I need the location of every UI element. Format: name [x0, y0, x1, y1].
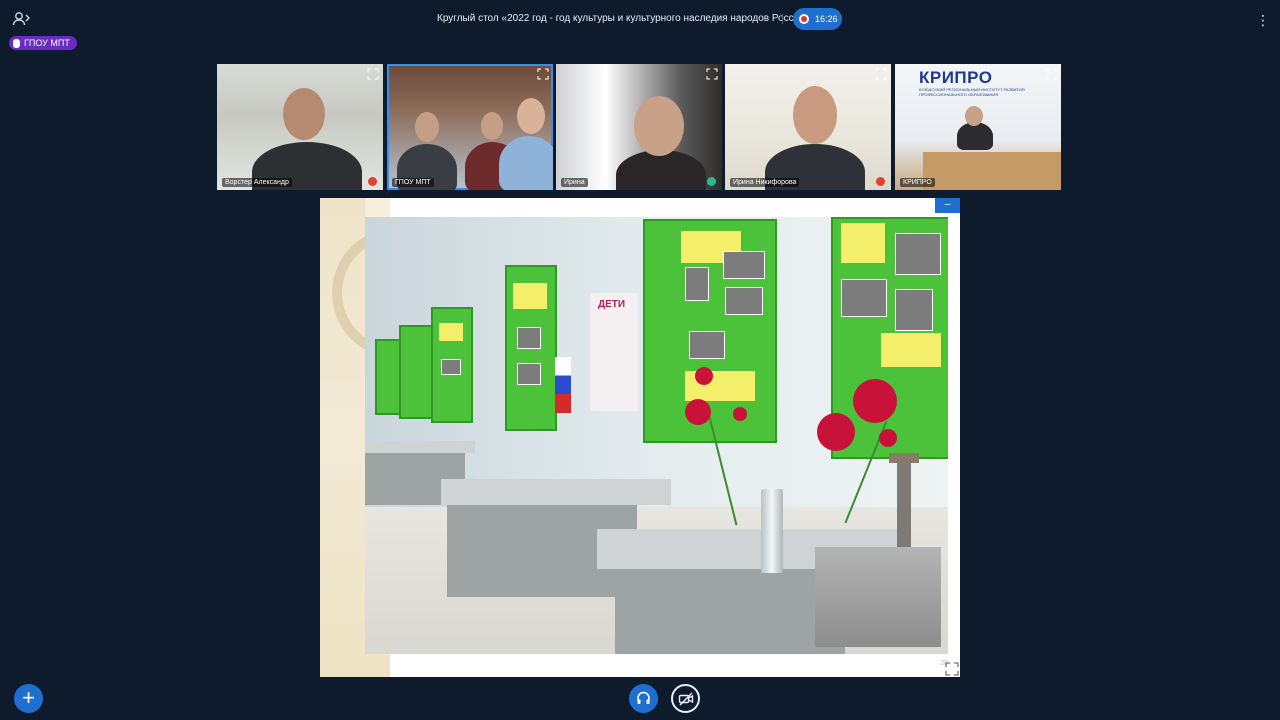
- monument-model: [815, 547, 941, 647]
- recording-indicator[interactable]: 16:26: [793, 8, 842, 30]
- exhibition-photo: ДЕТИ: [365, 217, 948, 654]
- top-bar: Круглый стол «2022 год - год культуры и …: [0, 0, 1280, 38]
- participant-tile[interactable]: Ирина: [556, 64, 722, 190]
- wall-poster: [505, 265, 557, 431]
- expand-icon[interactable]: [537, 67, 549, 80]
- participant-strip: Ворстер Александр ГПОУ МПТ Ирина Ирина Н…: [217, 64, 1063, 190]
- participant-name: ГПОУ МПТ: [392, 178, 434, 187]
- monument-model: [897, 461, 911, 551]
- participant-video: [499, 136, 553, 190]
- mic-icon: [13, 38, 20, 48]
- conference-table: [923, 152, 1061, 190]
- participant-name: Ворстер Александр: [222, 178, 292, 187]
- rose: [817, 413, 855, 451]
- participant-tile[interactable]: КРИПРО КУЗБАССКИЙ РЕГИОНАЛЬНЫЙ ИНСТИТУТ …: [895, 64, 1061, 190]
- headset-icon[interactable]: [629, 684, 658, 713]
- participant-name: КРИПРО: [900, 178, 935, 187]
- participant-face: [283, 88, 325, 140]
- expand-icon[interactable]: [945, 662, 959, 676]
- participant-face: [965, 106, 983, 126]
- poster-title: ДЕТИ: [598, 299, 626, 310]
- rose: [695, 367, 713, 385]
- expand-icon[interactable]: [367, 67, 379, 80]
- participant-tile[interactable]: Ворстер Александр: [217, 64, 383, 190]
- participant-face: [415, 112, 439, 142]
- participant-tile[interactable]: Ирина Никифорова: [725, 64, 891, 190]
- participant-face: [517, 98, 545, 134]
- plus-icon[interactable]: +: [14, 684, 43, 713]
- children-of-war-poster: ДЕТИ: [590, 293, 638, 411]
- participants-icon[interactable]: [12, 10, 32, 28]
- camera-off-icon[interactable]: [671, 684, 700, 713]
- participant-video: [616, 150, 706, 190]
- wall-poster: [399, 325, 433, 419]
- record-time: 16:26: [815, 14, 838, 24]
- rose: [733, 407, 747, 421]
- participant-face: [481, 112, 503, 140]
- participant-tile[interactable]: ГПОУ МПТ: [387, 64, 553, 190]
- participant-name: Ирина: [561, 178, 588, 187]
- meeting-title: Круглый стол «2022 год - год культуры и …: [437, 13, 811, 24]
- kripo-subtitle: КУЗБАССКИЙ РЕГИОНАЛЬНЫЙ ИНСТИТУТ РАЗВИТИ…: [919, 87, 1025, 97]
- rose: [853, 379, 897, 423]
- participant-name: Ирина Никифорова: [730, 178, 800, 187]
- rose: [685, 399, 711, 425]
- participant-video: [957, 122, 993, 150]
- shared-slide[interactable]: ДЕТИ 20: [320, 198, 960, 677]
- headset-icon: [707, 177, 716, 186]
- room-badge[interactable]: ГПОУ МПТ: [9, 36, 77, 50]
- display-table-top: [365, 441, 475, 453]
- wall-poster: [431, 307, 473, 423]
- rose: [879, 429, 897, 447]
- expand-icon[interactable]: [1045, 67, 1057, 80]
- kripo-logo: КРИПРО: [919, 68, 993, 87]
- display-table-top: [441, 479, 671, 505]
- mic-muted-icon: [368, 177, 377, 186]
- record-icon: [799, 14, 809, 24]
- kebab-menu-icon[interactable]: ⋮: [1256, 12, 1270, 28]
- russian-flag: [555, 357, 571, 413]
- participant-face: [793, 86, 837, 144]
- room-badge-label: ГПОУ МПТ: [24, 38, 70, 48]
- slide-decor-corner: [365, 198, 390, 217]
- participant-face: [634, 96, 684, 156]
- expand-icon[interactable]: [875, 67, 887, 80]
- slide-top-margin: [390, 198, 960, 217]
- title-divider: [782, 14, 783, 24]
- minimize-icon[interactable]: –: [935, 198, 960, 213]
- mic-muted-icon: [876, 177, 885, 186]
- expand-icon[interactable]: [706, 67, 718, 80]
- glass-vase: [761, 489, 783, 573]
